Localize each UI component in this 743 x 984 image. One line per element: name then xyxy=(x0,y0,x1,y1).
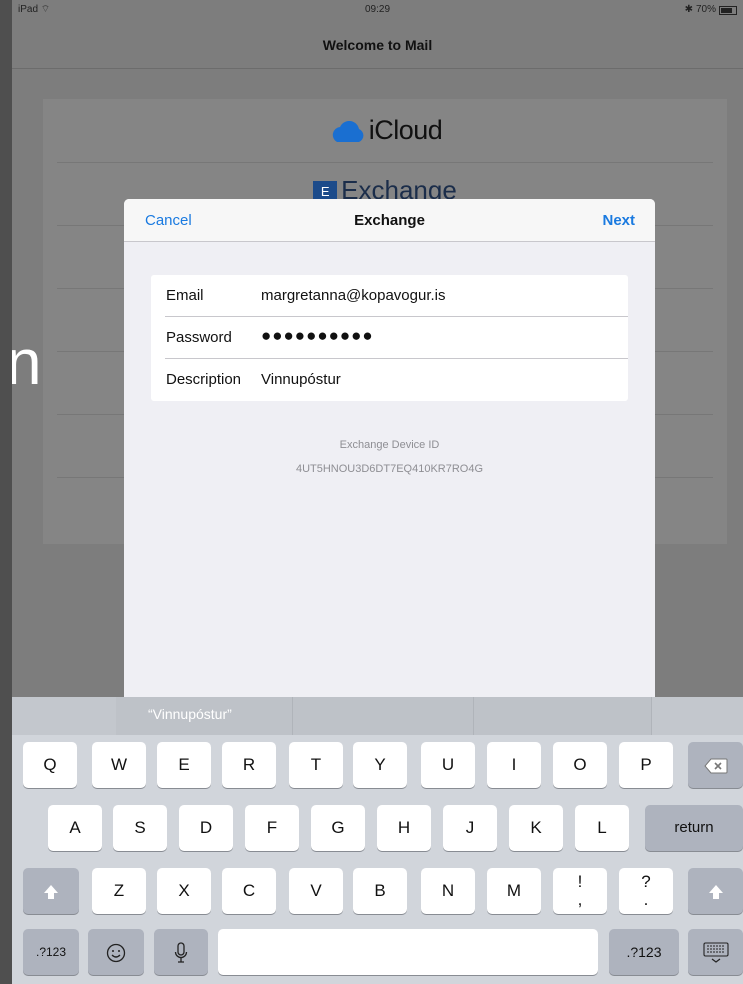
page-title: Welcome to Mail xyxy=(322,37,433,53)
password-field[interactable]: ●●●●●●●●●● xyxy=(261,326,374,346)
shift-icon xyxy=(44,884,58,899)
keyboard-hide-icon xyxy=(702,941,729,963)
icloud-label: iCloud xyxy=(368,115,443,145)
suggestion-text: “Vinnupóstur” xyxy=(148,706,232,722)
bluetooth-icon: ✱ xyxy=(684,4,693,15)
suggestion-bar: “Vinnupóstur” xyxy=(12,697,743,735)
description-row[interactable]: Description Vinnupóstur xyxy=(151,359,628,401)
numbers-key-left[interactable]: .?123 xyxy=(23,929,79,975)
icloud-logo: iCloud xyxy=(57,115,713,146)
key-v[interactable]: V xyxy=(289,868,343,914)
shift-key-right[interactable] xyxy=(688,868,743,914)
key-q[interactable]: Q xyxy=(23,742,77,788)
email-field[interactable]: margretanna@kopavogur.is xyxy=(261,287,446,304)
key-w[interactable]: W xyxy=(92,742,146,788)
key-k[interactable]: K xyxy=(509,805,563,851)
backspace-icon xyxy=(703,758,727,774)
status-time: 09:29 xyxy=(364,4,391,15)
key-i[interactable]: I xyxy=(487,742,541,788)
key-l[interactable]: L xyxy=(575,805,629,851)
onscreen-keyboard: “Vinnupóstur” Q W E R T Y U I O P A S D … xyxy=(12,697,743,984)
email-row[interactable]: Email margretanna@kopavogur.is xyxy=(151,275,628,317)
suggestion-item[interactable] xyxy=(293,697,474,735)
modal-title: Exchange xyxy=(354,212,425,229)
battery-icon xyxy=(719,5,737,15)
shift-key-left[interactable] xyxy=(23,868,79,914)
return-key[interactable]: return xyxy=(645,805,743,851)
device-id-value: 4UT5HNOU3D6DT7EQ410KR7RO4G xyxy=(295,463,484,475)
key-exclamation-comma[interactable]: ! , xyxy=(553,868,607,914)
key-d[interactable]: D xyxy=(179,805,233,851)
key-r[interactable]: R xyxy=(222,742,276,788)
ipad-screen: n iPad ︎⌔ 09:29 ✱ 70% Welcome to Mail iC… xyxy=(12,0,743,984)
emoji-key[interactable] xyxy=(88,929,144,975)
key-g[interactable]: G xyxy=(311,805,365,851)
key-e[interactable]: E xyxy=(157,742,211,788)
key-o[interactable]: O xyxy=(553,742,607,788)
key-m[interactable]: M xyxy=(487,868,541,914)
key-b[interactable]: B xyxy=(353,868,407,914)
dictation-key[interactable] xyxy=(154,929,208,975)
provider-item-icloud[interactable]: iCloud xyxy=(57,99,713,163)
status-right: ✱ 70% xyxy=(685,0,737,20)
next-button[interactable]: Next xyxy=(602,212,635,229)
navigation-bar: Welcome to Mail xyxy=(12,20,743,69)
email-label: Email xyxy=(166,287,204,304)
description-field[interactable]: Vinnupóstur xyxy=(261,371,341,388)
key-f[interactable]: F xyxy=(245,805,299,851)
space-bar[interactable] xyxy=(218,929,598,975)
status-bar: iPad ︎⌔ 09:29 ✱ 70% xyxy=(12,0,743,20)
key-question-period[interactable]: ? . xyxy=(619,868,673,914)
suggestion-item[interactable] xyxy=(474,697,652,735)
password-label: Password xyxy=(166,329,232,346)
key-c[interactable]: C xyxy=(222,868,276,914)
cloud-icon xyxy=(332,120,364,142)
key-z[interactable]: Z xyxy=(92,868,146,914)
key-u[interactable]: U xyxy=(421,742,475,788)
suggestion-item[interactable]: “Vinnupóstur” xyxy=(116,697,293,735)
exchange-account-modal: Cancel Exchange Next Email margretanna@k… xyxy=(124,199,655,719)
key-s[interactable]: S xyxy=(113,805,167,851)
microphone-icon xyxy=(174,941,188,963)
account-form: Email margretanna@kopavogur.is Password … xyxy=(151,275,628,401)
backspace-key[interactable] xyxy=(688,742,743,788)
key-t[interactable]: T xyxy=(289,742,343,788)
key-j[interactable]: J xyxy=(443,805,497,851)
modal-header: Cancel Exchange Next xyxy=(124,199,655,242)
key-p[interactable]: P xyxy=(619,742,673,788)
key-n[interactable]: N xyxy=(421,868,475,914)
key-x[interactable]: X xyxy=(157,868,211,914)
hide-keyboard-key[interactable] xyxy=(688,929,743,975)
key-h[interactable]: H xyxy=(377,805,431,851)
shift-icon xyxy=(708,884,723,899)
key-y[interactable]: Y xyxy=(353,742,407,788)
smiley-icon xyxy=(106,943,126,962)
battery-percent: 70% xyxy=(695,4,716,15)
numbers-key-right[interactable]: .?123 xyxy=(609,929,679,975)
description-label: Description xyxy=(166,371,242,388)
device-id-caption: Exchange Device ID xyxy=(339,439,440,451)
left-edge-text-fragment: n xyxy=(12,326,42,398)
password-row[interactable]: Password ●●●●●●●●●● xyxy=(151,317,628,359)
key-a[interactable]: A xyxy=(48,805,102,851)
